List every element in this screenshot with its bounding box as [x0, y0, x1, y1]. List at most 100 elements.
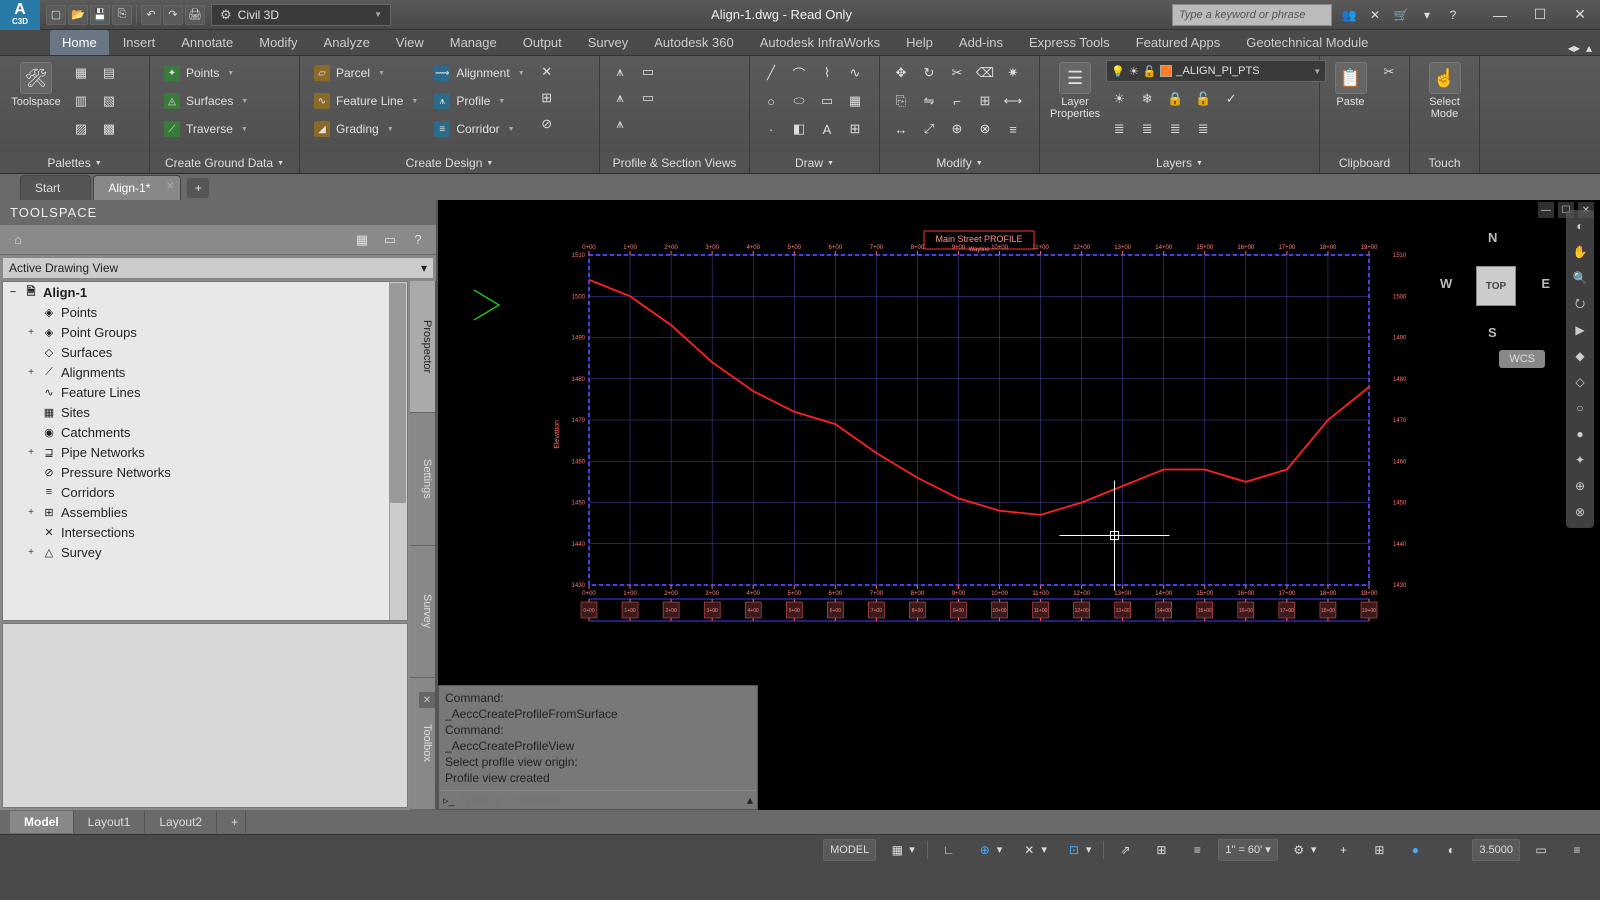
featureline-button[interactable]: ∿Feature Line▼: [308, 88, 424, 114]
ribbon-minimize-icon[interactable]: ▴: [1586, 41, 1592, 55]
ribbon-tab-annotate[interactable]: Annotate: [169, 30, 245, 55]
psv-btn-4[interactable]: ▭: [636, 60, 660, 84]
region-icon[interactable]: ◧: [786, 116, 812, 142]
layer-tool-6[interactable]: ≣: [1106, 116, 1132, 142]
move-icon[interactable]: ✥: [888, 60, 914, 86]
points-button[interactable]: ✦Points▼: [158, 60, 254, 86]
ribbon-tab-survey[interactable]: Survey: [576, 30, 640, 55]
ts-help-icon[interactable]: ?: [406, 228, 430, 252]
psv-btn-5[interactable]: ▭: [636, 86, 660, 110]
toolspace-tab-survey[interactable]: Survey: [410, 546, 435, 678]
tree-node-point-groups[interactable]: +◈Point Groups: [3, 322, 407, 342]
hardware-accel-icon[interactable]: ◐: [1436, 839, 1466, 861]
polar-toggle-icon[interactable]: ✕▾: [1014, 839, 1053, 861]
autodesk360-icon[interactable]: ✕: [1364, 4, 1386, 26]
ribbon-tab-analyze[interactable]: Analyze: [312, 30, 382, 55]
file-tab[interactable]: Align-1*✕: [93, 175, 181, 200]
ribbon-tab-home[interactable]: Home: [50, 30, 109, 55]
infocenter-search[interactable]: Type a keyword or phrase: [1172, 4, 1332, 26]
wcs-badge[interactable]: WCS: [1499, 350, 1545, 368]
stretch-icon[interactable]: ↔: [888, 116, 914, 142]
add-layout-button[interactable]: +: [217, 811, 246, 833]
tree-node-catchments[interactable]: ◉Catchments: [3, 422, 407, 442]
arc-icon[interactable]: ⌒: [786, 60, 812, 86]
ribbon-tab-insert[interactable]: Insert: [111, 30, 168, 55]
dyninput-icon[interactable]: ⊞: [1146, 839, 1176, 861]
ellipse-icon[interactable]: ⬭: [786, 88, 812, 114]
tree-node-intersections[interactable]: ✕Intersections: [3, 522, 407, 542]
array-icon[interactable]: ⊞: [972, 88, 998, 114]
minimize-button[interactable]: —: [1480, 2, 1520, 28]
tree-node-surfaces[interactable]: ◇Surfaces: [3, 342, 407, 362]
nav-pan-icon[interactable]: ✋: [1570, 242, 1590, 262]
psv-btn-2[interactable]: ⩚: [608, 86, 632, 110]
nav-showmotion-icon[interactable]: ▶: [1570, 320, 1590, 340]
toolspace-tab-settings[interactable]: Settings: [410, 413, 435, 545]
block-icon[interactable]: ⊞: [842, 116, 868, 142]
saveas-icon[interactable]: ⎘: [112, 5, 132, 25]
isolate-icon[interactable]: ●: [1400, 839, 1430, 861]
parcel-button[interactable]: ▱Parcel▼: [308, 60, 424, 86]
viewcube[interactable]: N S E W TOP: [1440, 230, 1550, 340]
prospector-tree[interactable]: −🗎Align-1 ◈Points+◈Point Groups◇Surfaces…: [2, 281, 408, 621]
close-tab-icon[interactable]: ✕: [166, 181, 174, 192]
layer-tool-9[interactable]: ≣: [1190, 116, 1216, 142]
exchange-icon[interactable]: 🛒: [1390, 4, 1412, 26]
text-icon[interactable]: A: [814, 116, 840, 142]
layout-tab-layout2[interactable]: Layout2: [145, 811, 217, 833]
decimal-display[interactable]: 3.5000: [1472, 839, 1520, 861]
layer-tool-2[interactable]: ❄: [1134, 86, 1160, 112]
layer-dropdown[interactable]: 💡 ☀ 🔓 _ALIGN_PI_PTS ▼: [1106, 60, 1326, 82]
ts-view-icon-1[interactable]: ▦: [350, 228, 374, 252]
rect-icon[interactable]: ▭: [814, 88, 840, 114]
toolspace-button[interactable]: 🛠 Toolspace: [8, 60, 64, 110]
customize-status-icon[interactable]: ≡: [1562, 839, 1592, 861]
traverse-button[interactable]: ⟋Traverse▼: [158, 116, 254, 142]
save-icon[interactable]: 💾: [90, 5, 110, 25]
polyline-icon[interactable]: ⌇: [814, 60, 840, 86]
intersection-icon[interactable]: ✕: [535, 60, 559, 84]
scale-icon[interactable]: ⤢: [916, 116, 942, 142]
osnap-toggle-icon[interactable]: ⊡▾: [1059, 839, 1098, 861]
snap-toggle-icon[interactable]: ∟: [934, 839, 964, 861]
assembly-icon[interactable]: ⊞: [535, 86, 559, 110]
lineweight-icon[interactable]: ≡: [1182, 839, 1212, 861]
command-window[interactable]: ✕ Command: _AeccCreateProfileFromSurface…: [438, 685, 758, 810]
join-icon[interactable]: ⊕: [944, 116, 970, 142]
nav-extra-2[interactable]: ◇: [1570, 372, 1590, 392]
nav-extra-1[interactable]: ◆: [1570, 346, 1590, 366]
cut-icon[interactable]: ✂: [1377, 60, 1401, 84]
workspace-dropdown[interactable]: ⚙ Civil 3D ▼: [211, 4, 391, 26]
close-button[interactable]: ✕: [1560, 2, 1600, 28]
toolspace-tab-prospector[interactable]: Prospector: [410, 281, 435, 413]
ribbon-tab-geotechnical-module[interactable]: Geotechnical Module: [1234, 30, 1380, 55]
ribbon-tab-autodesk-infraworks[interactable]: Autodesk InfraWorks: [748, 30, 892, 55]
layer-tool-7[interactable]: ≣: [1134, 116, 1160, 142]
ribbon-tab-modify[interactable]: Modify: [247, 30, 309, 55]
undo-icon[interactable]: ↶: [141, 5, 161, 25]
layer-tool-5[interactable]: ✓: [1218, 86, 1244, 112]
modelspace-toggle[interactable]: MODEL: [823, 839, 876, 861]
profile-button[interactable]: ⩚Profile▼: [428, 88, 530, 114]
erase-icon[interactable]: ⌫: [972, 60, 998, 86]
palette-btn-6[interactable]: ▩: [96, 116, 122, 142]
psv-btn-1[interactable]: ⩚: [608, 60, 632, 84]
trim-icon[interactable]: ✂: [944, 60, 970, 86]
ribbon-tab-manage[interactable]: Manage: [438, 30, 509, 55]
palette-btn-3[interactable]: ▥: [68, 88, 94, 114]
offset-icon[interactable]: ⟷: [1000, 88, 1026, 114]
grading-button[interactable]: ◢Grading▼: [308, 116, 424, 142]
align-icon[interactable]: ≡: [1000, 116, 1026, 142]
rotate-icon[interactable]: ↻: [916, 60, 942, 86]
tree-node-corridors[interactable]: ≡Corridors: [3, 482, 407, 502]
hatch-icon[interactable]: ▦: [842, 88, 868, 114]
ribbon-tab-help[interactable]: Help: [894, 30, 945, 55]
new-tab-button[interactable]: +: [187, 178, 209, 198]
viewcube-top[interactable]: TOP: [1476, 266, 1516, 306]
palette-btn-4[interactable]: ▧: [96, 88, 122, 114]
cmd-close-icon[interactable]: ✕: [419, 692, 435, 708]
ribbon-tab-featured-apps[interactable]: Featured Apps: [1124, 30, 1233, 55]
nav-orbit-icon[interactable]: ⭮: [1570, 294, 1590, 314]
tree-node-sites[interactable]: ▦Sites: [3, 402, 407, 422]
crosshair-status-icon[interactable]: +: [1328, 839, 1358, 861]
